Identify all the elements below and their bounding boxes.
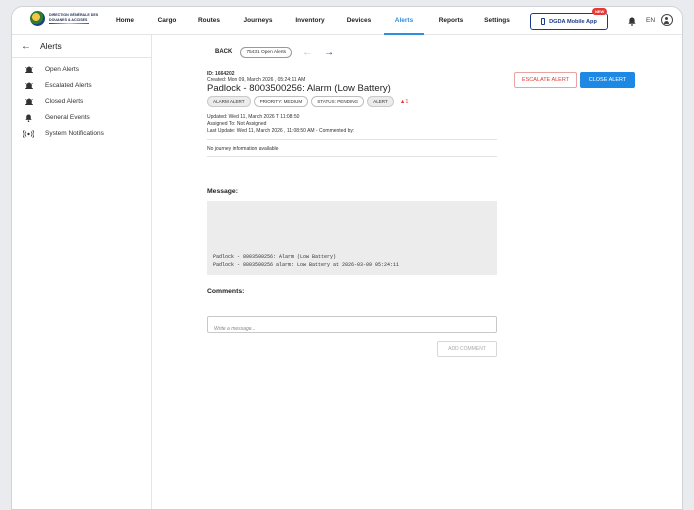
nav-reports[interactable]: Reports xyxy=(432,7,470,35)
back-button[interactable]: BACK xyxy=(207,49,240,55)
message-heading: Message: xyxy=(207,188,238,195)
journey-info: No journey information available xyxy=(207,146,279,152)
alarm-icon xyxy=(24,65,33,73)
new-badge: NEW xyxy=(592,8,608,15)
phone-icon xyxy=(541,18,546,25)
nav-cargo[interactable]: Cargo xyxy=(152,7,182,35)
nav-devices[interactable]: Devices xyxy=(342,7,376,35)
add-comment-button[interactable]: ADD COMMENT xyxy=(437,341,497,357)
bell-icon xyxy=(25,114,32,122)
sidebar-item-open-alerts[interactable]: Open Alerts xyxy=(12,61,151,77)
alert-type-chip: ALARM ALERT xyxy=(207,96,251,107)
app-window: DIRECTION GÉNÉRALE DES DOUANES & ACCISES… xyxy=(11,6,683,510)
mobile-app-label: DGDA Mobile App xyxy=(549,18,597,25)
warning-count: 1 xyxy=(405,98,409,105)
updated-date: Updated: Wed 11, March 2026 T 11:08:50 xyxy=(207,114,300,120)
alarm-icon xyxy=(24,81,33,89)
nav-inventory[interactable]: Inventory xyxy=(290,7,330,35)
sidebar-item-label: Escalated Alerts xyxy=(45,81,92,89)
divider xyxy=(207,139,497,140)
comment-field[interactable] xyxy=(207,316,497,337)
alert-category-chip: ALERT xyxy=(367,96,394,107)
sidebar-list: Open Alerts Escalated Alerts Closed Aler… xyxy=(12,61,151,142)
nav-home[interactable]: Home xyxy=(108,7,142,35)
nav-routes[interactable]: Routes xyxy=(192,7,226,35)
sidebar-header: ← Alerts xyxy=(12,35,151,58)
sidebar-item-general-events[interactable]: General Events xyxy=(12,110,151,126)
message-line: Padlock - 8003500256 alarm: Low Battery … xyxy=(213,262,400,268)
comment-input[interactable] xyxy=(208,321,496,337)
priority-chip: PRIORITY: MEDIUM xyxy=(253,96,309,107)
comments-heading: Comments: xyxy=(207,288,245,295)
sidebar-item-label: Open Alerts xyxy=(45,65,79,73)
sidebar-item-label: General Events xyxy=(45,114,90,122)
sidebar-item-escalated-alerts[interactable]: Escalated Alerts xyxy=(12,77,151,93)
broadcast-icon xyxy=(23,129,34,138)
sidebar: ← Alerts Open Alerts Escalated Alerts Cl… xyxy=(12,35,152,509)
warning-indicator: ▲1 xyxy=(400,99,409,105)
top-navigation: DIRECTION GÉNÉRALE DES DOUANES & ACCISES… xyxy=(12,7,682,35)
next-alert-arrow-icon[interactable]: → xyxy=(324,47,334,58)
sidebar-title: Alerts xyxy=(40,41,62,51)
language-selector[interactable]: EN xyxy=(646,17,655,24)
customs-emblem-icon xyxy=(30,11,45,26)
user-account-icon[interactable] xyxy=(661,14,673,26)
close-alert-button[interactable]: CLOSE ALERT xyxy=(580,72,635,88)
alert-title: Padlock - 8003500256: Alarm (Low Battery… xyxy=(207,83,391,94)
escalate-alert-button[interactable]: ESCALATE ALERT xyxy=(514,72,577,88)
message-line: Padlock - 8003500256: Alarm (Low Battery… xyxy=(213,254,337,260)
sidebar-item-system-notifications[interactable]: System Notifications xyxy=(12,126,151,142)
sidebar-item-label: System Notifications xyxy=(45,130,104,138)
alert-detail: BACK 75431 Open Alerts ← → ID: 1664202 C… xyxy=(207,35,635,509)
back-arrow-icon[interactable]: ← xyxy=(12,41,40,52)
nav-journeys[interactable]: Journeys xyxy=(238,7,278,35)
notifications-bell-icon[interactable] xyxy=(628,17,636,26)
open-alerts-count-badge[interactable]: 75431 Open Alerts xyxy=(240,46,293,58)
alarm-icon xyxy=(24,97,33,105)
nav-settings[interactable]: Settings xyxy=(478,7,516,35)
sidebar-item-label: Closed Alerts xyxy=(45,97,84,105)
previous-alert-arrow-icon[interactable]: ← xyxy=(302,47,312,58)
detail-toolbar: BACK 75431 Open Alerts ← → xyxy=(207,45,334,59)
mobile-app-button[interactable]: DGDA Mobile App xyxy=(530,13,608,30)
alert-tags: ALARM ALERT PRIORITY: MEDIUM STATUS: PEN… xyxy=(207,96,408,107)
status-chip: STATUS: PENDING xyxy=(311,96,365,107)
message-box: Padlock - 8003500256: Alarm (Low Battery… xyxy=(207,201,497,275)
assigned-to: Assigned To: Not Assigned xyxy=(207,121,267,127)
divider xyxy=(207,156,497,157)
brand-logo[interactable]: DIRECTION GÉNÉRALE DES DOUANES & ACCISES xyxy=(30,11,101,26)
nav-alerts[interactable]: Alerts xyxy=(384,7,424,35)
brand-logo-text: DIRECTION GÉNÉRALE DES DOUANES & ACCISES xyxy=(49,13,101,24)
sidebar-item-closed-alerts[interactable]: Closed Alerts xyxy=(12,93,151,109)
last-update: Last Update: Wed 11, March 2026 , 11:08:… xyxy=(207,128,355,134)
